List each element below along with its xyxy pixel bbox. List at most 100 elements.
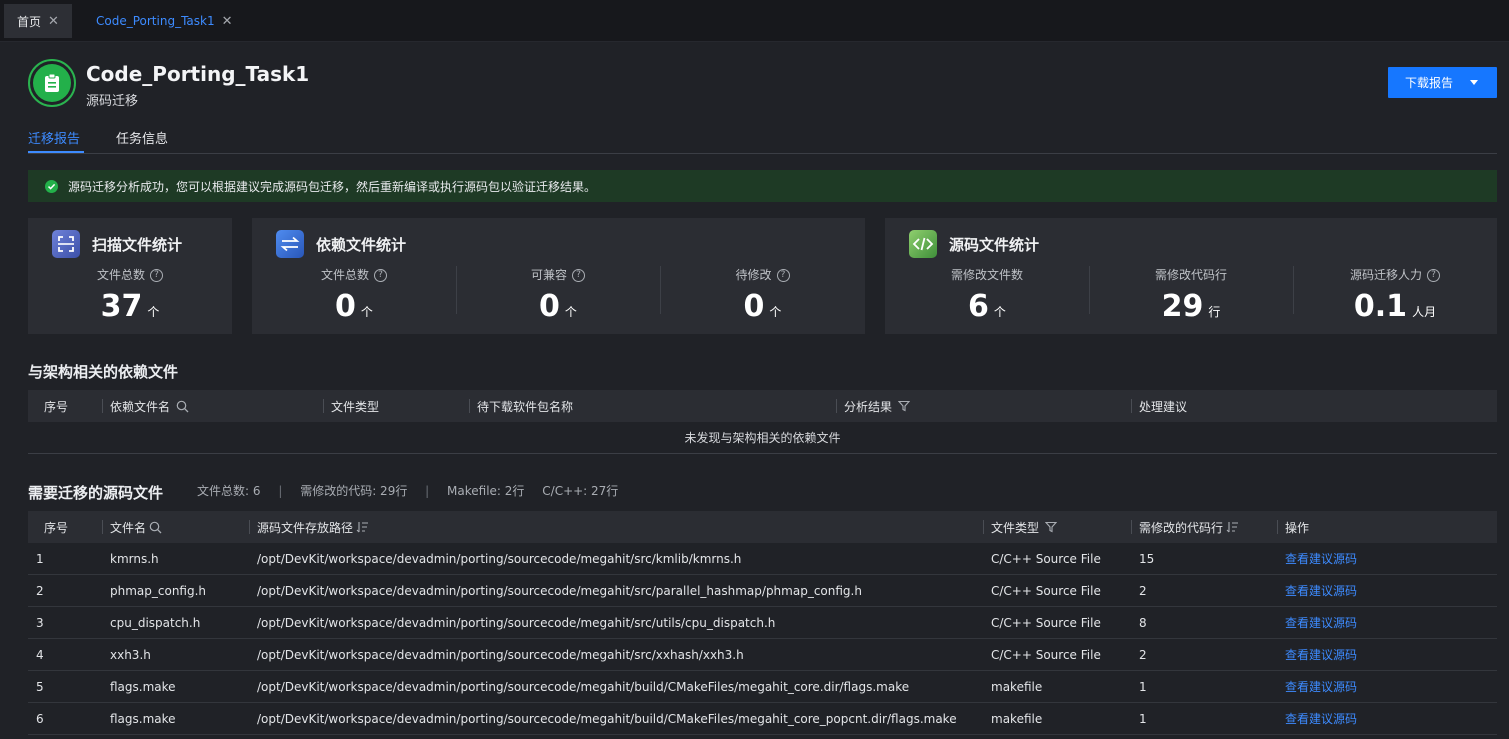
column-divider <box>249 520 250 534</box>
stat-value: 0 <box>335 289 356 324</box>
summary-makefile: Makefile: 2行 <box>447 484 525 498</box>
col-header: 待下载软件包名称 <box>477 399 574 414</box>
stat-value: 29 <box>1161 289 1204 324</box>
file-path: /opt/DevKit/workspace/devadmin/porting/s… <box>257 647 744 662</box>
summary-total: 文件总数: 6 <box>197 484 261 498</box>
filter-icon[interactable] <box>898 400 911 412</box>
table-row: 6 flags.make /opt/DevKit/workspace/devad… <box>28 703 1497 735</box>
file-name: cpu_dispatch.h <box>110 615 201 630</box>
task-logo <box>28 59 76 107</box>
code-icon <box>909 230 937 258</box>
file-path: /opt/DevKit/workspace/devadmin/porting/s… <box>257 679 910 694</box>
view-suggestion-link[interactable]: 查看建议源码 <box>1285 575 1357 606</box>
dependency-table-empty: 未发现与架构相关的依赖文件 <box>28 422 1497 454</box>
sort-icon[interactable] <box>356 521 369 533</box>
stat-label: 待修改 <box>735 268 772 282</box>
stat-lines-to-modify: 需修改代码行 29 行 <box>1089 266 1293 324</box>
col-header-file-name: 文件名 <box>110 511 162 543</box>
file-name: phmap_config.h <box>110 583 207 598</box>
stat-migration-effort: 源码迁移人力? 0.1 人月 <box>1293 266 1497 324</box>
file-path: /opt/DevKit/workspace/devadmin/porting/s… <box>257 551 742 566</box>
column-divider <box>1131 399 1132 413</box>
stat-value: 0 <box>539 289 560 324</box>
row-number: 4 <box>36 647 44 662</box>
col-header: 处理建议 <box>1139 399 1188 414</box>
stat-unit: 个 <box>993 305 1006 319</box>
lines-to-modify: 2 <box>1139 647 1147 662</box>
column-divider <box>323 399 324 413</box>
table-row: 4 xxh3.h /opt/DevKit/workspace/devadmin/… <box>28 639 1497 671</box>
scan-stats-card: 扫描文件统计 文件总数? 37 个 <box>28 218 232 334</box>
col-header-label: 需修改的代码行 <box>1139 520 1224 535</box>
stat-label: 需修改代码行 <box>1154 268 1227 282</box>
close-icon[interactable]: ✕ <box>222 14 233 29</box>
stat-unit: 个 <box>147 305 160 319</box>
clipboard-icon <box>45 73 59 92</box>
col-header: 文件类型 <box>331 399 380 414</box>
table-row: 1 kmrns.h /opt/DevKit/workspace/devadmin… <box>28 543 1497 575</box>
stat-dep-total: 文件总数? 0个 <box>252 266 456 324</box>
help-icon[interactable]: ? <box>150 269 163 282</box>
col-header: 操作 <box>1285 520 1310 535</box>
source-section-title: 需要迁移的源码文件 <box>28 484 164 502</box>
stat-files-to-modify: 需修改文件数 6个 <box>885 266 1089 324</box>
tab-task[interactable]: Code_Porting_Task1 ✕ <box>86 4 233 38</box>
alert-text: 源码迁移分析成功，您可以根据建议完成源码包迁移，然后重新编译或执行源码包以验证迁… <box>68 179 597 194</box>
col-header-label: 源码文件存放路径 <box>257 520 354 535</box>
file-path: /opt/DevKit/workspace/devadmin/porting/s… <box>257 583 862 598</box>
download-report-button[interactable]: 下载报告 <box>1388 67 1497 98</box>
col-header-path: 源码文件存放路径 <box>257 511 369 543</box>
col-header-lines: 需修改的代码行 <box>1139 511 1239 543</box>
search-icon[interactable] <box>176 400 189 413</box>
table-row: 2 phmap_config.h /opt/DevKit/workspace/d… <box>28 575 1497 607</box>
caret-down-icon[interactable] <box>1470 80 1478 85</box>
col-header-dep-name: 依赖文件名 <box>110 390 189 422</box>
row-number: 6 <box>36 711 44 726</box>
view-suggestion-link[interactable]: 查看建议源码 <box>1285 607 1357 638</box>
summary-lines: 需修改的代码: 29行 <box>300 484 408 498</box>
file-type: C/C++ Source File <box>991 551 1101 566</box>
help-icon[interactable]: ? <box>572 269 585 282</box>
page-title: Code_Porting_Task1 <box>86 62 310 86</box>
view-suggestion-link[interactable]: 查看建议源码 <box>1285 671 1357 702</box>
row-number: 3 <box>36 615 44 630</box>
stat-label: 源码迁移人力 <box>1349 268 1422 282</box>
help-icon[interactable]: ? <box>374 269 387 282</box>
stat-value: 0.1 <box>1353 289 1408 324</box>
tab-home[interactable]: 首页 ✕ <box>4 4 72 38</box>
tab-bar: 首页 ✕ Code_Porting_Task1 ✕ <box>0 0 1509 42</box>
stat-dep-to-modify: 待修改? 0个 <box>660 266 865 324</box>
view-suggestion-link[interactable]: 查看建议源码 <box>1285 703 1357 734</box>
file-type: C/C++ Source File <box>991 583 1101 598</box>
lines-to-modify: 1 <box>1139 711 1147 726</box>
filter-icon[interactable] <box>1045 521 1058 533</box>
file-name: flags.make <box>110 679 176 694</box>
check-circle-icon <box>45 179 58 193</box>
help-icon[interactable]: ? <box>1427 269 1440 282</box>
nav-active-indicator <box>28 151 84 153</box>
help-icon[interactable]: ? <box>776 269 790 282</box>
lines-to-modify: 15 <box>1139 551 1155 566</box>
tab-migration-report[interactable]: 迁移报告 <box>28 128 80 147</box>
stat-unit: 人月 <box>1412 305 1437 319</box>
sort-icon[interactable] <box>1226 521 1239 533</box>
stat-value: 37 <box>100 289 143 324</box>
search-icon[interactable] <box>149 521 162 534</box>
col-header-analysis: 分析结果 <box>844 390 911 422</box>
file-type: C/C++ Source File <box>991 615 1101 630</box>
page-subtitle: 源码迁移 <box>86 94 139 109</box>
summary-cpp: C/C++: 27行 <box>542 484 619 498</box>
column-divider <box>1131 520 1132 534</box>
tab-task-info[interactable]: 任务信息 <box>116 128 168 147</box>
source-table-header: 序号 文件名 源码文件存放路径 文件类型 需修改的代码行 操作 <box>28 511 1497 543</box>
stat-dep-compatible: 可兼容? 0个 <box>456 266 660 324</box>
row-number: 5 <box>36 679 44 694</box>
stat-value: 0 <box>743 289 765 324</box>
view-suggestion-link[interactable]: 查看建议源码 <box>1285 543 1357 574</box>
col-header-label: 文件类型 <box>991 520 1040 535</box>
close-icon[interactable]: ✕ <box>48 14 59 29</box>
dependency-card-title: 依赖文件统计 <box>316 235 407 254</box>
view-suggestion-link[interactable]: 查看建议源码 <box>1285 639 1357 670</box>
dependency-stats-card: 依赖文件统计 文件总数? 0个 可兼容? 0个 待修改? 0个 <box>252 218 865 334</box>
column-divider <box>102 399 103 413</box>
